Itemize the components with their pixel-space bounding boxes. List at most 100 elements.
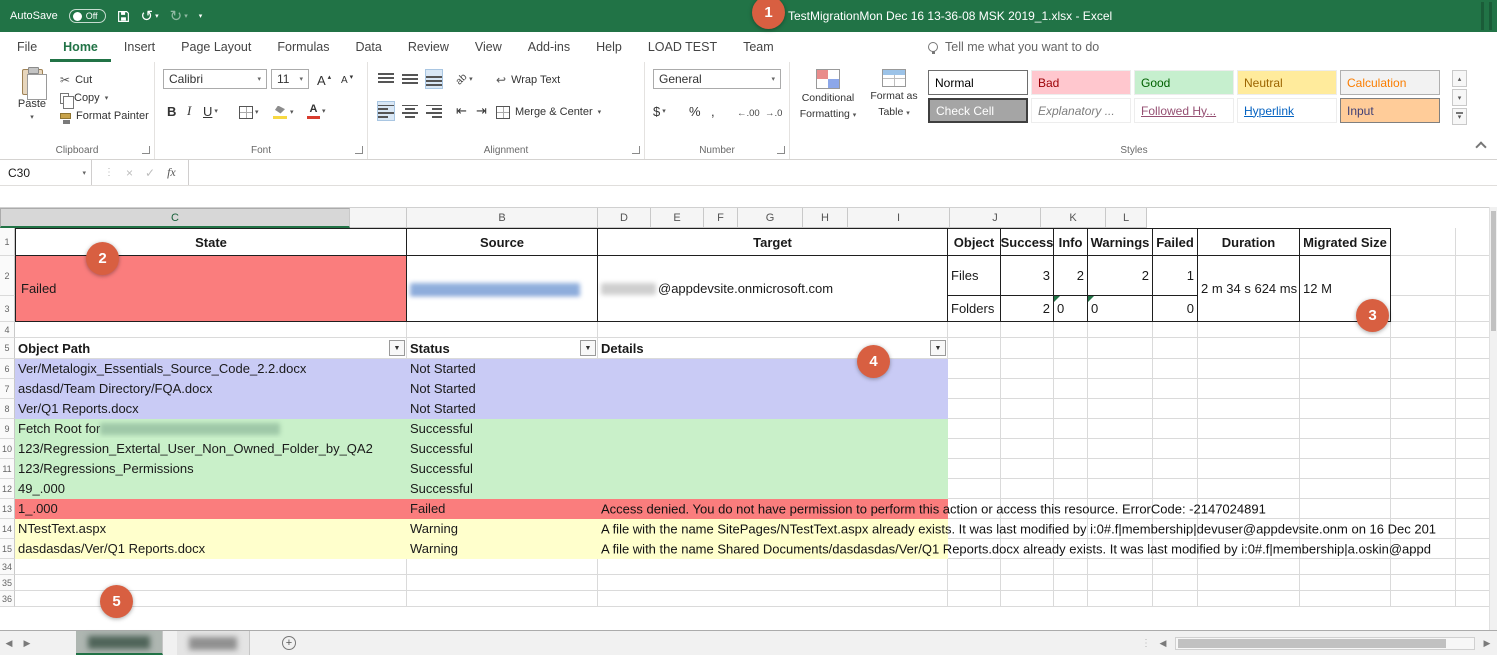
cell[interactable]: [1088, 399, 1153, 419]
cell[interactable]: [1054, 399, 1088, 419]
row-header-15[interactable]: 15: [0, 539, 15, 559]
cell-details[interactable]: [598, 399, 948, 419]
scrollbar-thumb[interactable]: [1491, 211, 1496, 331]
gallery-scroll-down-button[interactable]: ▾: [1452, 89, 1467, 106]
cell[interactable]: [1391, 359, 1456, 379]
cell[interactable]: [1088, 591, 1153, 607]
cell[interactable]: [1054, 419, 1088, 439]
cell-folders-info[interactable]: 0: [1054, 296, 1088, 322]
ribbon-tab-home[interactable]: Home: [50, 32, 111, 62]
paste-button[interactable]: Paste ▾: [8, 69, 56, 121]
cell[interactable]: [1153, 399, 1198, 419]
cell[interactable]: [1198, 459, 1300, 479]
cut-button[interactable]: ✂Cut: [60, 72, 92, 88]
cell[interactable]: [1088, 338, 1153, 359]
cell[interactable]: [1198, 591, 1300, 607]
top-align-button[interactable]: [378, 70, 394, 88]
cell[interactable]: [1001, 419, 1054, 439]
cell-files-label[interactable]: Files: [948, 256, 1001, 296]
row-header-13[interactable]: 13: [0, 499, 15, 519]
style-check-cell[interactable]: Check Cell: [928, 98, 1028, 123]
dialog-launcher-icon[interactable]: [142, 146, 150, 154]
autosave-toggle[interactable]: Off: [69, 9, 106, 23]
cell[interactable]: [1054, 591, 1088, 607]
increase-decimal-button[interactable]: ←.00: [737, 104, 760, 122]
cell[interactable]: [1391, 499, 1456, 519]
cell-folders-warnings[interactable]: 0: [1088, 296, 1153, 322]
cell[interactable]: [1391, 338, 1456, 359]
conditional-formatting-button[interactable]: Conditional Formatting ▾: [796, 69, 860, 121]
cell[interactable]: [1088, 439, 1153, 459]
cell[interactable]: [1054, 322, 1088, 338]
cell[interactable]: [1391, 439, 1456, 459]
cell-status[interactable]: Warning: [407, 539, 598, 559]
style-input[interactable]: Input: [1340, 98, 1440, 123]
sheet-tab-2[interactable]: [177, 631, 250, 655]
scroll-right-icon[interactable]: ▶: [1480, 638, 1494, 649]
cell-failed-header[interactable]: Failed: [1153, 228, 1198, 256]
row-header-1[interactable]: 1: [0, 228, 15, 256]
ribbon-tab-data[interactable]: Data: [342, 32, 394, 62]
cell[interactable]: [1300, 419, 1391, 439]
cell-details[interactable]: [598, 479, 948, 499]
cell[interactable]: [948, 379, 1001, 399]
sheet-tab-1[interactable]: [76, 631, 163, 655]
cell[interactable]: [1001, 459, 1054, 479]
cell-object-path[interactable]: dasdasdas/Ver/Q1 Reports.docx: [15, 539, 407, 559]
font-family-select[interactable]: Calibri▾: [163, 69, 267, 89]
cell-object-path[interactable]: Fetch Root for: [15, 419, 407, 439]
wrap-text-button[interactable]: ↩Wrap Text: [496, 72, 560, 88]
cell-files-info[interactable]: 2: [1054, 256, 1088, 296]
style-explanatory[interactable]: Explanatory ...: [1031, 98, 1131, 123]
cell[interactable]: [407, 322, 598, 338]
cell-state-value[interactable]: Failed: [15, 256, 407, 322]
cell-success-header[interactable]: Success: [1001, 228, 1054, 256]
cell[interactable]: [1001, 338, 1054, 359]
cell[interactable]: [1054, 379, 1088, 399]
ribbon-tab-page-layout[interactable]: Page Layout: [168, 32, 264, 62]
cell[interactable]: [1153, 322, 1198, 338]
comma-style-button[interactable]: ,: [711, 102, 715, 120]
cell-files-warnings[interactable]: 2: [1088, 256, 1153, 296]
italic-button[interactable]: I: [187, 102, 191, 120]
row-header-5[interactable]: 5: [0, 338, 15, 359]
cell[interactable]: [1001, 379, 1054, 399]
style-normal[interactable]: Normal: [928, 70, 1028, 95]
column-header-k[interactable]: K: [1041, 208, 1106, 228]
name-box[interactable]: C30▾: [0, 160, 92, 185]
row-header-2[interactable]: 2: [0, 256, 15, 296]
column-header-i[interactable]: I: [848, 208, 950, 228]
cell-status[interactable]: Not Started: [407, 379, 598, 399]
cell-object-path[interactable]: 123/Regression_Extertal_User_Non_Owned_F…: [15, 439, 407, 459]
bottom-align-button[interactable]: [426, 70, 442, 88]
sheet-nav-next-icon[interactable]: ▶: [18, 631, 36, 655]
formula-input[interactable]: [188, 160, 1497, 185]
cell-duration-value[interactable]: 2 m 34 s 624 ms: [1198, 256, 1300, 322]
cell[interactable]: [1088, 559, 1153, 575]
row-header-14[interactable]: 14: [0, 519, 15, 539]
filter-details-button[interactable]: ▼: [930, 340, 946, 356]
cell-files-success[interactable]: 3: [1001, 256, 1054, 296]
row-header-36[interactable]: 36: [0, 591, 15, 607]
cancel-button[interactable]: ×: [126, 166, 133, 180]
cell[interactable]: [1391, 379, 1456, 399]
filter-status-button[interactable]: ▼: [580, 340, 596, 356]
cell-folders-success[interactable]: 2: [1001, 296, 1054, 322]
cell[interactable]: [1300, 559, 1391, 575]
column-header-e[interactable]: E: [651, 208, 704, 228]
cell[interactable]: [1153, 575, 1198, 591]
cell[interactable]: [1153, 338, 1198, 359]
cell-details[interactable]: [598, 359, 948, 379]
cell-details[interactable]: [598, 379, 948, 399]
cell-files-failed[interactable]: 1: [1153, 256, 1198, 296]
cell[interactable]: [1198, 322, 1300, 338]
format-as-table-button[interactable]: Format as Table ▾: [864, 69, 924, 119]
sheet-nav-prev-icon[interactable]: ◀: [0, 631, 18, 655]
cell-object-path-header[interactable]: Object Path▼: [15, 338, 407, 359]
cell[interactable]: [1300, 575, 1391, 591]
percent-style-button[interactable]: %: [689, 102, 701, 120]
center-button[interactable]: [402, 102, 418, 120]
cell-object-header[interactable]: Object: [948, 228, 1001, 256]
dialog-launcher-icon[interactable]: [632, 146, 640, 154]
cell-warnings-header[interactable]: Warnings: [1088, 228, 1153, 256]
